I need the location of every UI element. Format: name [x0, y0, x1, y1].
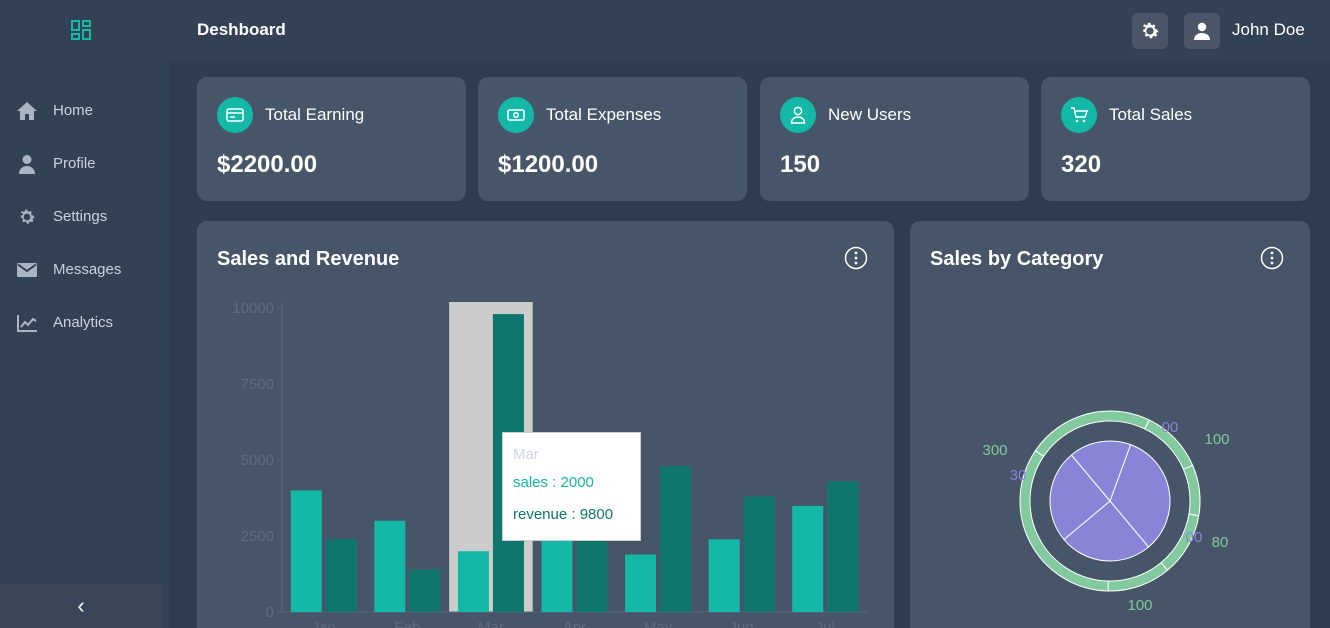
pie-label: 30 [1010, 467, 1027, 484]
credit-card-icon [217, 97, 253, 133]
sidebar-item-settings[interactable]: Settings [0, 197, 169, 237]
chart-tooltip: Mar sales : 2000 revenue : 9800 [502, 432, 641, 541]
x-tick-label: May [644, 619, 673, 628]
bar-revenue-feb [409, 569, 441, 612]
envelope-icon [17, 263, 37, 277]
sidebar-item-label: Analytics [53, 314, 114, 331]
chevron-left-icon: ‹ [77, 593, 85, 618]
sales-revenue-bar-chart: 0 2500 5000 7500 10000 Jan Feb Mar Apr May Jun Jul [232, 300, 867, 628]
stat-card-title: Total Sales [1109, 105, 1193, 124]
sidebar-item-home[interactable]: Home [0, 91, 169, 131]
user-icon [19, 155, 35, 174]
grid-logo-icon[interactable] [70, 19, 92, 41]
stat-card-earning: Total Earning $2200.00 [197, 77, 466, 201]
sales-revenue-panel: Sales and Revenue 0 2500 5000 7500 10000 Jan F… [197, 221, 894, 628]
sidebar-item-label: Home [53, 102, 94, 119]
sidebar: Home Profile Settings Messages Analytics… [0, 61, 169, 628]
sidebar-item-label: Messages [53, 261, 122, 278]
cart-icon [1061, 97, 1097, 133]
pie-label: 100 [1204, 431, 1229, 448]
sidebar-item-profile[interactable]: Profile [0, 144, 169, 184]
stat-card-title: New Users [828, 105, 912, 124]
bar-sales-jul [792, 505, 824, 612]
x-tick-label: Jun [730, 619, 754, 628]
page-title: Deshboard [197, 20, 286, 39]
y-tick-label: 7500 [241, 376, 274, 393]
stat-card-value: 150 [780, 151, 821, 178]
home-icon [17, 102, 37, 120]
bar-sales-jan [290, 490, 322, 612]
avatar[interactable] [1184, 13, 1220, 49]
sidebar-item-label: Profile [53, 155, 96, 172]
stat-card-sales: Total Sales 320 [1041, 77, 1310, 201]
collapse-sidebar-button[interactable]: ‹ [0, 584, 162, 628]
sidebar-item-analytics[interactable]: Analytics [0, 303, 169, 343]
user-icon [780, 97, 816, 133]
x-tick-label: Jan [312, 619, 336, 628]
sidebar-item-messages[interactable]: Messages [0, 250, 169, 290]
gear-icon [20, 209, 35, 224]
pie-label: 100 [1127, 597, 1152, 614]
chart-line-icon [17, 315, 37, 332]
bar-revenue-jun [743, 496, 775, 612]
y-tick-label: 5000 [241, 452, 274, 469]
outer-ring-slice [1107, 561, 1169, 592]
cash-icon [498, 97, 534, 133]
bar-revenue-jan [325, 539, 357, 612]
pie-label: 300 [982, 442, 1007, 459]
bar-revenue-may [660, 466, 692, 612]
x-tick-label: Jul [816, 619, 835, 628]
stat-card-title: Total Expenses [546, 105, 662, 124]
x-tick-label: Feb [394, 619, 420, 628]
settings-button[interactable] [1132, 13, 1168, 49]
pie-label: 00 [1186, 529, 1203, 546]
sales-category-panel: Sales by Category 00 100 300 30 00 80 100 [910, 221, 1310, 628]
bar-sales-jun [708, 539, 740, 612]
stat-card-value: $1200.00 [498, 151, 599, 178]
bar-sales-mar [457, 551, 489, 612]
pie-label: 80 [1212, 534, 1229, 551]
top-bar: Deshboard John Doe [0, 0, 1330, 61]
tooltip-category: Mar [513, 446, 539, 463]
stat-card-title: Total Earning [265, 105, 365, 124]
stat-card-users: New Users 150 [760, 77, 1029, 201]
y-tick-label: 10000 [232, 300, 274, 317]
y-tick-label: 0 [266, 604, 274, 621]
stat-card-value: $2200.00 [217, 151, 318, 178]
y-tick-label: 2500 [241, 528, 274, 545]
x-tick-label: Apr [563, 619, 586, 628]
bar-sales-may [625, 554, 657, 612]
gear-icon [1142, 22, 1159, 39]
outer-ring-slice [1182, 464, 1201, 517]
tooltip-sales: sales : 2000 [513, 474, 594, 491]
tooltip-revenue: revenue : 9800 [513, 506, 614, 523]
pie-label: 00 [1162, 419, 1179, 436]
stat-card-expenses: Total Expenses $1200.00 [478, 77, 747, 201]
sidebar-item-label: Settings [53, 208, 108, 225]
stat-card-value: 320 [1061, 151, 1102, 178]
user-icon [1194, 22, 1210, 40]
user-name: John Doe [1232, 20, 1305, 39]
x-tick-label: Mar [478, 619, 504, 628]
bar-sales-feb [374, 520, 406, 612]
bar-revenue-jul [827, 481, 859, 612]
sales-category-pie-chart: 00 100 30030 00 80 100 [982, 410, 1230, 614]
